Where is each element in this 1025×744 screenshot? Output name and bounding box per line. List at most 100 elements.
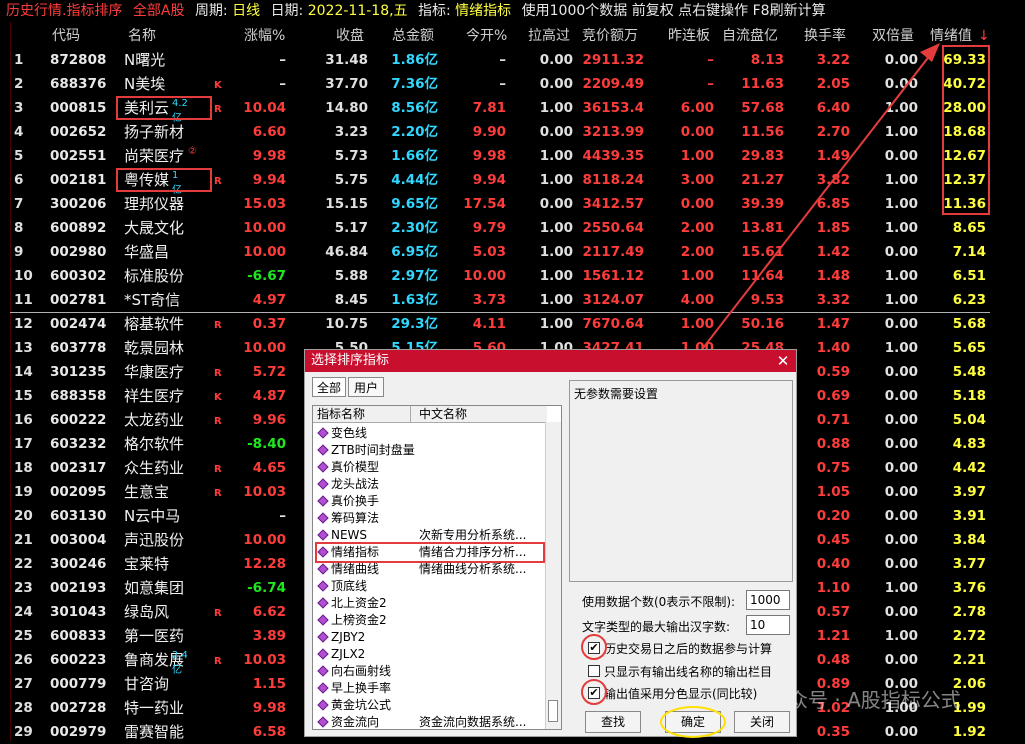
cell-name: 特一药业 <box>124 699 185 717</box>
indicator-list-item[interactable]: 情绪指标 情绪合力排序分析... <box>315 542 545 563</box>
col-header[interactable]: 今开% <box>466 26 507 46</box>
col-header[interactable]: 双倍量 <box>872 26 914 46</box>
market-filter[interactable]: 全部A股 <box>133 3 185 19</box>
indicator-list-item[interactable]: 变色线 <box>317 425 543 442</box>
cell-close: 15.15 <box>325 196 368 212</box>
cell-name: 生意宝 <box>124 483 170 501</box>
cell-open: 7.81 <box>472 100 506 116</box>
tab-all[interactable]: 全部 <box>312 377 346 397</box>
indicator-list-item[interactable]: 真价模型 <box>317 459 543 476</box>
indicator-list-item[interactable]: 北上资金2 <box>317 595 543 612</box>
indicator-list-item[interactable]: 筹码算法 <box>317 510 543 527</box>
indicator-list-item[interactable]: 真价换手 <box>317 493 543 510</box>
cell-idx: 17 <box>14 436 33 452</box>
indicator-name: 真价模型 <box>331 460 380 474</box>
cell-float: 13.81 <box>741 220 784 236</box>
indicator-value[interactable]: 情绪指标 <box>455 3 511 19</box>
cell-dbl: 0.00 <box>884 244 918 260</box>
scrollbar-thumb[interactable] <box>548 700 558 722</box>
cell-bid: 2209.49 <box>582 76 645 92</box>
col-header[interactable]: 自流盘亿 <box>722 26 778 46</box>
cell-dbl: 1.00 <box>884 292 918 308</box>
period-label: 周期: <box>194 3 228 19</box>
data-count-input[interactable]: 1000 <box>746 590 790 610</box>
cell-code: 000815 <box>50 100 107 116</box>
cell-idx: 7 <box>14 196 24 212</box>
col-header[interactable]: 拉高过 <box>528 26 570 46</box>
cell-emo: 5.18 <box>952 388 986 404</box>
indicator-diamond-icon <box>317 563 329 575</box>
cell-emo: 5.04 <box>952 412 986 428</box>
cell-name: 太龙药业 <box>124 411 185 429</box>
max-chars-input[interactable]: 10 <box>746 615 790 635</box>
indicator-list[interactable]: 指标名称 中文名称 变色线 ZTB时间封盘量 真价模型龙头战法 真价换手筹码算法 NEW… <box>312 405 562 730</box>
col-chinese-name[interactable]: 中文名称 <box>419 406 467 422</box>
find-button[interactable]: 查找 <box>585 711 641 733</box>
indicator-list-item[interactable]: 黄金坑公式 <box>317 697 543 714</box>
indicator-list-item[interactable]: ZJLX2 <box>317 646 543 663</box>
indicator-list-item[interactable]: 情绪曲线 情绪曲线分析系统... <box>317 561 543 578</box>
col-header[interactable]: 昨连板 <box>668 26 710 46</box>
cell-idx: 19 <box>14 484 33 500</box>
indicator-name: 真价换手 <box>331 494 380 508</box>
col-header[interactable]: 总金额 <box>392 26 434 46</box>
col-header[interactable]: 代码 <box>52 26 80 46</box>
cell-amt: 7.36亿 <box>391 76 438 92</box>
indicator-list-item[interactable]: 顶底线 <box>317 578 543 595</box>
cell-prev: 1.00 <box>680 268 714 284</box>
cell-code: 002317 <box>50 460 107 476</box>
cell-bid: 7670.64 <box>582 316 645 332</box>
indicator-list-item[interactable]: ZTB时间封盘量 <box>317 442 543 459</box>
row-flag-badge: R <box>214 104 222 115</box>
cell-open: 3.73 <box>472 292 506 308</box>
cell-name: 祥生医疗 <box>124 387 185 405</box>
cell-amt: 2.20亿 <box>391 124 438 140</box>
cell-name: 扬子新材 <box>124 123 185 141</box>
close-icon[interactable]: ✕ <box>774 352 792 370</box>
indicator-list-item[interactable]: NEWS 次新专用分析系统... <box>317 527 543 544</box>
cell-chg: 9.98 <box>252 148 286 164</box>
indicator-list-item[interactable]: ZJBY2 <box>317 629 543 646</box>
col-header[interactable]: 换手率 <box>804 26 846 46</box>
cell-dbl: 0.00 <box>884 604 918 620</box>
cell-chg: 6.58 <box>252 724 286 740</box>
cell-chg: 9.94 <box>252 172 286 188</box>
cell-code: 300246 <box>50 556 107 572</box>
indicator-name: ZTB时间封盘量 <box>331 443 415 457</box>
cell-code: 603232 <box>50 436 107 452</box>
close-button[interactable]: 关闭 <box>734 711 790 733</box>
cell-open: 10.00 <box>463 268 506 284</box>
cell-chg: 12.28 <box>243 556 286 572</box>
cell-idx: 26 <box>14 652 33 668</box>
indicator-list-item[interactable]: 向右画射线 <box>317 663 543 680</box>
row-flag-badge: K <box>214 392 222 403</box>
list-scrollbar[interactable] <box>545 422 561 729</box>
col-header[interactable]: 收盘 <box>336 26 364 46</box>
cell-amt: 9.65亿 <box>391 196 438 212</box>
checkbox-named-only[interactable] <box>588 665 600 677</box>
cell-close: 5.17 <box>334 220 368 236</box>
cell-emo: 5.68 <box>952 316 986 332</box>
tab-user[interactable]: 用户 <box>348 377 384 397</box>
period-value[interactable]: 日线 <box>232 3 260 19</box>
cell-code: 688358 <box>50 388 107 404</box>
indicator-list-item[interactable]: 资金流向 资金流向数据系统... <box>317 714 543 729</box>
date-value[interactable]: 2022-11-18,五 <box>308 3 408 19</box>
col-header[interactable]: 情绪值 <box>930 26 972 46</box>
indicator-list-item[interactable]: 上榜资金2 <box>317 612 543 629</box>
cell-open: 9.79 <box>472 220 506 236</box>
col-header[interactable]: 竞价额万 <box>582 26 638 46</box>
cell-prev: 2.00 <box>680 244 714 260</box>
cell-prev: 0.00 <box>680 124 714 140</box>
cell-amt: 29.3亿 <box>391 316 438 332</box>
cell-code: 603778 <box>50 340 107 356</box>
cell-dbl: 1.00 <box>884 340 918 356</box>
col-header[interactable]: 名称 <box>128 26 156 46</box>
indicator-list-item[interactable]: 早上换手率 <box>317 680 543 697</box>
col-indicator-name[interactable]: 指标名称 <box>317 406 365 422</box>
row-flag-badge: R <box>214 176 222 187</box>
col-header[interactable]: 涨幅% <box>244 26 285 46</box>
cell-chg: 4.87 <box>252 388 286 404</box>
cell-dbl: 0.00 <box>884 388 918 404</box>
indicator-list-item[interactable]: 龙头战法 <box>317 476 543 493</box>
